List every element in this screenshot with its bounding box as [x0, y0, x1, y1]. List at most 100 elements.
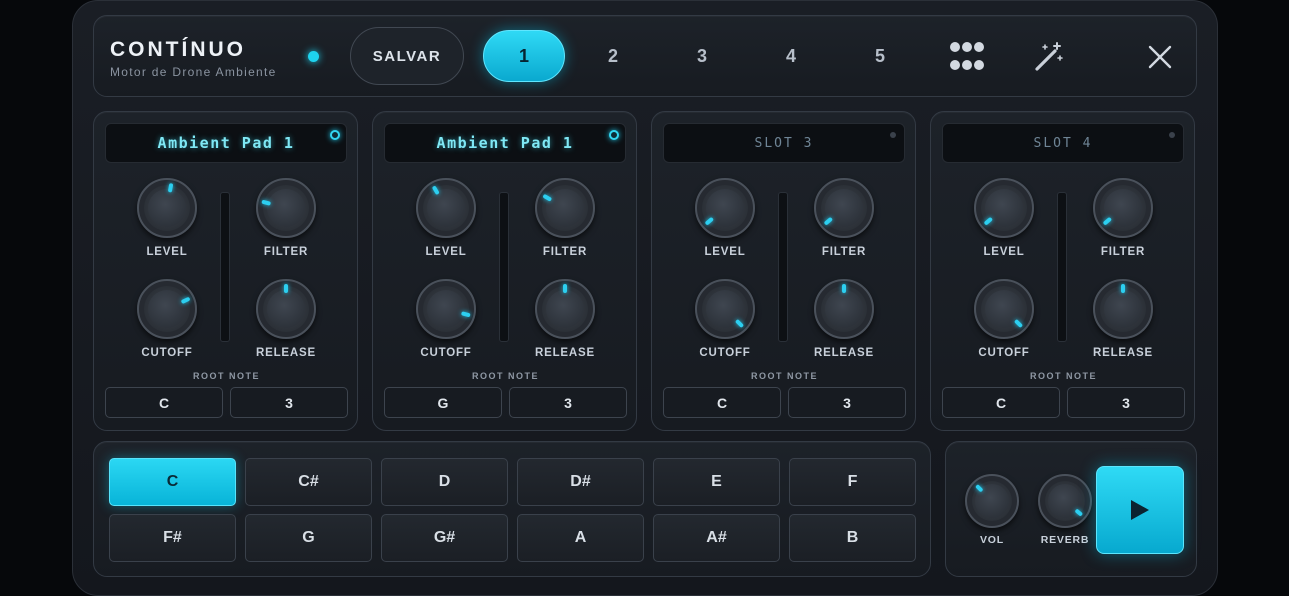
- note-key-e[interactable]: E: [653, 458, 780, 506]
- release-label: RELEASE: [814, 347, 874, 359]
- level-meter: [220, 192, 230, 342]
- note-key-b[interactable]: B: [789, 514, 916, 562]
- level-knob-group: LEVEL: [969, 178, 1039, 270]
- cutoff-knob-group: CUTOFF: [411, 279, 481, 371]
- level-label: LEVEL: [983, 246, 1025, 258]
- slot-name: Ambient Pad 1: [436, 134, 574, 152]
- vol-knob-group: VOL: [962, 474, 1022, 554]
- app-subtitle: Motor de Drone Ambiente: [110, 65, 277, 79]
- level-knob[interactable]: [974, 178, 1034, 238]
- release-label: RELEASE: [1093, 347, 1153, 359]
- status-indicator: [308, 51, 319, 62]
- octave-select[interactable]: 3: [230, 387, 348, 418]
- reverb-knob[interactable]: [1038, 474, 1092, 528]
- tab-1[interactable]: 1: [483, 30, 565, 82]
- filter-knob[interactable]: [1093, 178, 1153, 238]
- slot-display[interactable]: Ambient Pad 1: [384, 123, 626, 163]
- cutoff-knob[interactable]: [137, 279, 197, 339]
- tab-4[interactable]: 4: [750, 30, 832, 82]
- note-key-f-sharp[interactable]: F#: [109, 514, 236, 562]
- vol-knob[interactable]: [965, 474, 1019, 528]
- level-label: LEVEL: [146, 246, 188, 258]
- root-note-label: ROOT NOTE: [1030, 371, 1097, 381]
- root-note-select[interactable]: C: [663, 387, 781, 418]
- level-label: LEVEL: [425, 246, 467, 258]
- release-label: RELEASE: [535, 347, 595, 359]
- octave-select[interactable]: 3: [788, 387, 906, 418]
- filter-knob-group: FILTER: [1088, 178, 1158, 270]
- synth-device: CONTÍNUO Motor de Drone Ambiente SALVAR …: [72, 0, 1218, 596]
- level-meter: [499, 192, 509, 342]
- filter-label: FILTER: [263, 246, 309, 258]
- level-knob-group: LEVEL: [690, 178, 760, 270]
- app-title: CONTÍNUO: [110, 38, 246, 61]
- filter-knob[interactable]: [256, 178, 316, 238]
- note-key-f[interactable]: F: [789, 458, 916, 506]
- synth-slot-4: SLOT 4 LEVEL FILTER CUTOFF RELEASE ROOT …: [930, 111, 1195, 431]
- reverb-knob-group: REVERB: [1035, 474, 1095, 554]
- level-knob[interactable]: [695, 178, 755, 238]
- tab-2[interactable]: 2: [572, 30, 654, 82]
- filter-label: FILTER: [542, 246, 588, 258]
- octave-select[interactable]: 3: [509, 387, 627, 418]
- filter-knob-group: FILTER: [530, 178, 600, 270]
- filter-knob[interactable]: [814, 178, 874, 238]
- slot-led: [609, 130, 619, 140]
- tab-3[interactable]: 3: [661, 30, 743, 82]
- tab-5[interactable]: 5: [839, 30, 921, 82]
- release-label: RELEASE: [256, 347, 316, 359]
- header-bar: CONTÍNUO Motor de Drone Ambiente SALVAR …: [93, 15, 1197, 97]
- play-icon: [1131, 500, 1149, 520]
- release-knob[interactable]: [535, 279, 595, 339]
- note-key-g[interactable]: G: [245, 514, 372, 562]
- level-meter: [778, 192, 788, 342]
- level-knob[interactable]: [137, 178, 197, 238]
- note-key-g-sharp[interactable]: G#: [381, 514, 508, 562]
- cutoff-knob-group: CUTOFF: [969, 279, 1039, 371]
- note-key-c-sharp[interactable]: C#: [245, 458, 372, 506]
- root-note-label: ROOT NOTE: [193, 371, 260, 381]
- note-key-d[interactable]: D: [381, 458, 508, 506]
- note-key-a[interactable]: A: [517, 514, 644, 562]
- magic-wand-icon[interactable]: [1029, 38, 1069, 76]
- transport-panel: VOL REVERB: [945, 441, 1197, 577]
- cutoff-knob[interactable]: [695, 279, 755, 339]
- filter-label: FILTER: [821, 246, 867, 258]
- save-button[interactable]: SALVAR: [350, 27, 464, 85]
- root-note-select[interactable]: C: [105, 387, 223, 418]
- level-knob-group: LEVEL: [411, 178, 481, 270]
- slot-name: SLOT 3: [754, 135, 814, 151]
- note-selector-panel: C C# D D# E F F# G G# A A# B: [93, 441, 931, 577]
- cutoff-label: CUTOFF: [420, 347, 472, 359]
- reverb-label: REVERB: [1040, 534, 1090, 546]
- cutoff-knob[interactable]: [416, 279, 476, 339]
- release-knob-group: RELEASE: [809, 279, 879, 371]
- play-button[interactable]: [1096, 466, 1184, 554]
- note-key-a-sharp[interactable]: A#: [653, 514, 780, 562]
- filter-knob[interactable]: [535, 178, 595, 238]
- root-note-label: ROOT NOTE: [751, 371, 818, 381]
- slot-led: [890, 132, 896, 138]
- root-note-select[interactable]: G: [384, 387, 502, 418]
- cutoff-knob-group: CUTOFF: [690, 279, 760, 371]
- slot-display[interactable]: Ambient Pad 1: [105, 123, 347, 163]
- note-key-c[interactable]: C: [109, 458, 236, 506]
- release-knob[interactable]: [256, 279, 316, 339]
- cutoff-label: CUTOFF: [978, 347, 1030, 359]
- release-knob[interactable]: [1093, 279, 1153, 339]
- release-knob-group: RELEASE: [251, 279, 321, 371]
- slot-display[interactable]: SLOT 3: [663, 123, 905, 163]
- slot-display[interactable]: SLOT 4: [942, 123, 1184, 163]
- vol-label: VOL: [980, 534, 1004, 546]
- root-note-select[interactable]: C: [942, 387, 1060, 418]
- grid-icon[interactable]: [946, 36, 996, 78]
- cutoff-label: CUTOFF: [141, 347, 193, 359]
- octave-select[interactable]: 3: [1067, 387, 1185, 418]
- cutoff-knob[interactable]: [974, 279, 1034, 339]
- close-icon[interactable]: [1142, 40, 1178, 74]
- note-key-d-sharp[interactable]: D#: [517, 458, 644, 506]
- level-knob[interactable]: [416, 178, 476, 238]
- filter-label: FILTER: [1100, 246, 1146, 258]
- release-knob[interactable]: [814, 279, 874, 339]
- filter-knob-group: FILTER: [809, 178, 879, 270]
